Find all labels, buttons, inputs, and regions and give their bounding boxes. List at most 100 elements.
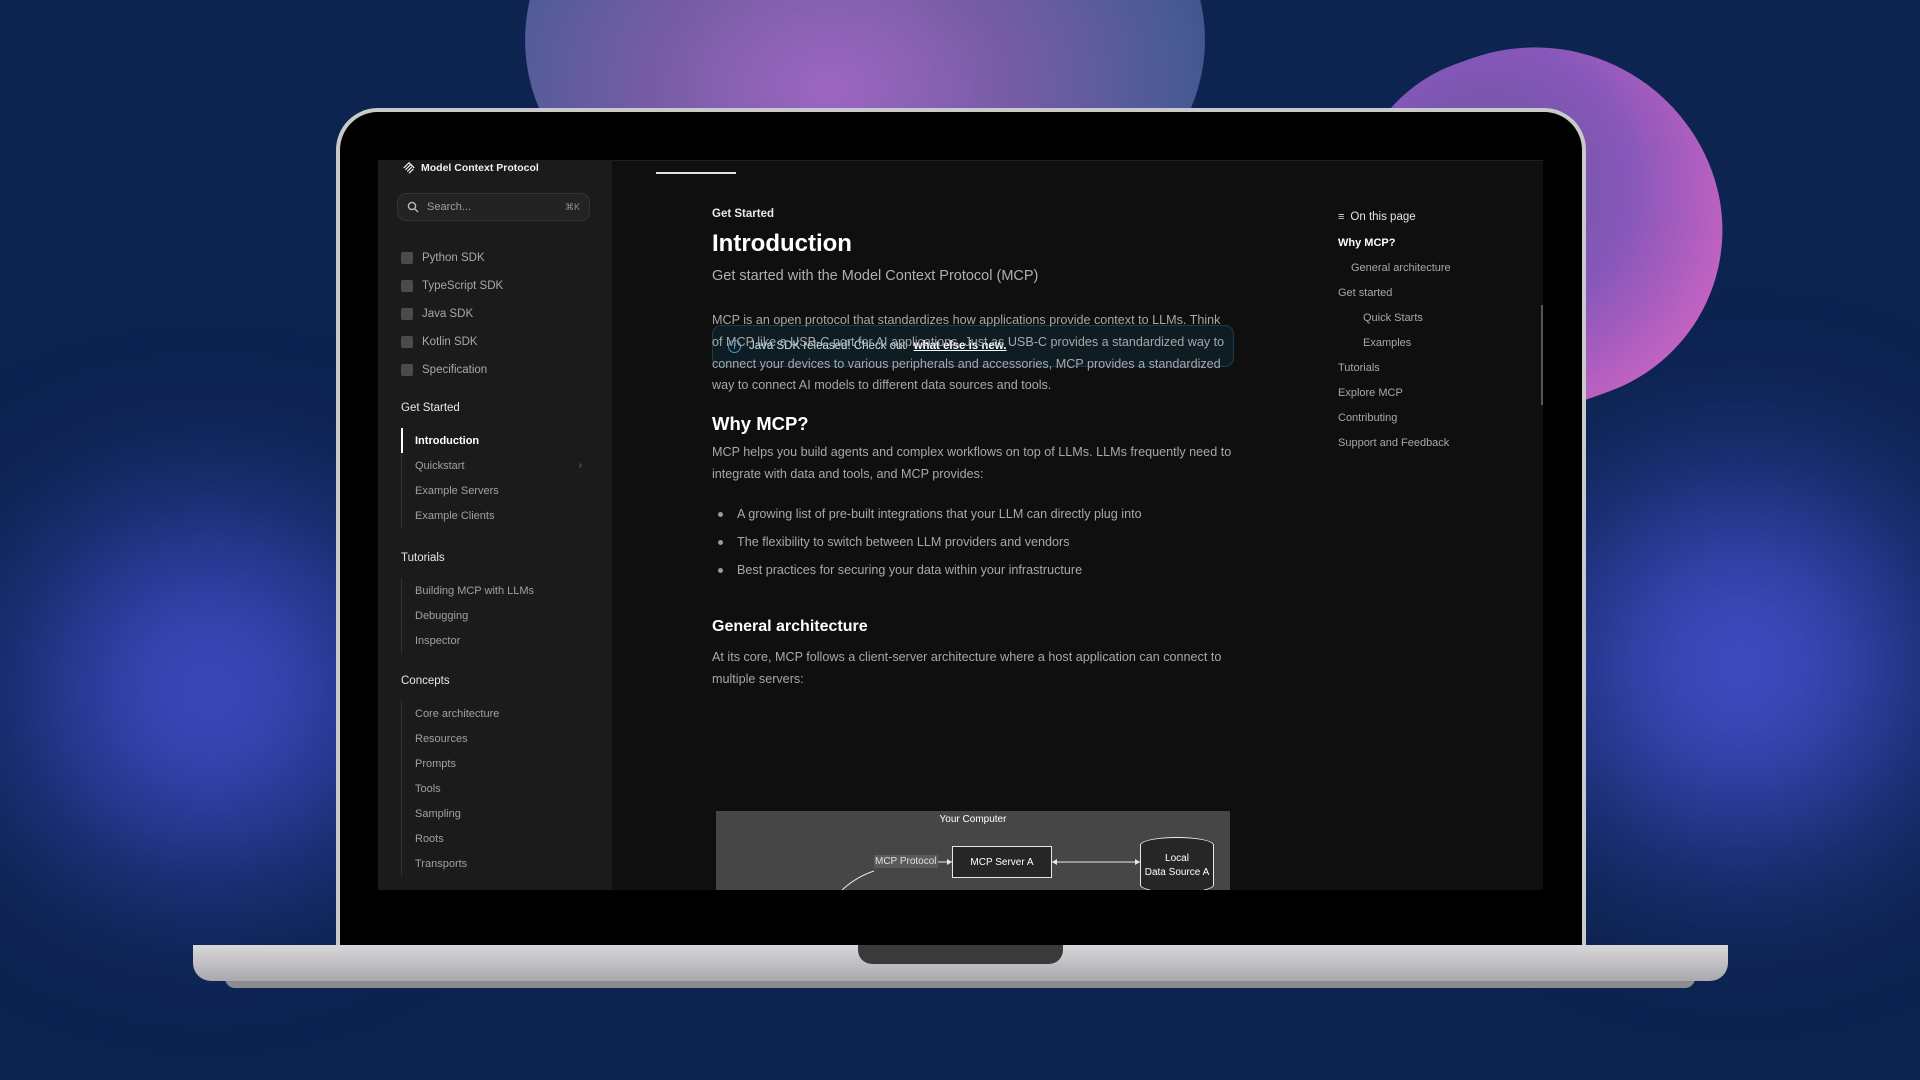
why-mcp-paragraph: MCP helps you build agents and complex w… (712, 445, 1232, 481)
sidebar-item-label: Resources (415, 732, 468, 745)
sidebar-item-label: Python SDK (422, 252, 485, 264)
kotlin-icon (401, 336, 413, 348)
sidebar-item-label: Sampling (415, 807, 461, 820)
sidebar-item-example-clients[interactable]: Example Clients (402, 503, 594, 528)
sidebar-item-label: Example Servers (415, 484, 499, 497)
toc-item-contributing[interactable]: Contributing (1338, 405, 1451, 430)
sidebar-item-label: Debugging (415, 609, 469, 622)
intro-paragraph-text: MCP is an open protocol that standardize… (712, 313, 1225, 393)
diagram-protocol-label: MCP Protocol (874, 855, 938, 868)
sidebar-item-label: Building MCP with LLMs (415, 584, 535, 597)
sidebar-item-label: Specification (422, 364, 488, 376)
sidebar-item-java-sdk[interactable]: Java SDK (401, 300, 503, 328)
sdk-list: Python SDK TypeScript SDK Java SDK Kotli… (401, 244, 503, 384)
diagram-title: Your Computer (939, 814, 1007, 825)
sidebar-item-quickstart[interactable]: Quickstart › (402, 453, 594, 478)
sidebar-item-tools[interactable]: Tools (402, 776, 594, 801)
sidebar-item-label: Tools (415, 782, 441, 795)
sidebar-item-specification[interactable]: Specification (401, 356, 503, 384)
list-item: The flexibility to switch between LLM pr… (712, 528, 1142, 556)
sidebar-item-sampling[interactable]: Sampling (402, 801, 594, 826)
search-icon (407, 201, 419, 213)
page-subtitle: Get started with the Model Context Proto… (712, 268, 1039, 284)
toc-heading: ≡ On this page (1338, 208, 1451, 226)
page-title: Introduction (712, 230, 852, 257)
logo-text: Model Context Protocol (421, 162, 539, 174)
search-input[interactable]: Search... ⌘K (397, 193, 590, 221)
nav-heading: Concepts (401, 675, 450, 687)
diagram-source-line1: Local (1165, 853, 1189, 864)
java-icon (401, 308, 413, 320)
laptop-notch (858, 945, 1063, 964)
sidebar-item-kotlin-sdk[interactable]: Kotlin SDK (401, 328, 503, 356)
toc-item-examples[interactable]: Examples (1338, 330, 1451, 355)
why-mcp-heading: Why MCP? (712, 413, 809, 434)
nav-group: Building MCP with LLMs Debugging Inspect… (401, 578, 594, 653)
toc-item-why-mcp[interactable]: Why MCP? (1338, 230, 1451, 255)
bullet-icon (718, 539, 723, 545)
nav-group: Core architecture Resources Prompts Tool… (401, 701, 594, 876)
diagram-server-node: MCP Server A (952, 846, 1052, 878)
nav-group: Introduction Quickstart › Example Servers… (401, 428, 594, 528)
sidebar-item-prompts[interactable]: Prompts (402, 751, 594, 776)
architecture-paragraph: At its core, MCP follows a client-server… (712, 650, 1222, 686)
architecture-diagram: Your Computer MCP Protocol MCP Server A … (716, 811, 1230, 890)
sidebar-item-label: Example Clients (415, 509, 495, 522)
sidebar-item-building-mcp-with-llms[interactable]: Building MCP with LLMs (402, 578, 594, 603)
sidebar-item-label: Inspector (415, 634, 461, 647)
nav-section-concepts: Concepts Core architecture Resources Pro… (401, 675, 594, 876)
toc-item-general-architecture[interactable]: General architecture (1338, 255, 1451, 280)
sidebar-item-transports[interactable]: Transports (402, 851, 594, 876)
sidebar-item-typescript-sdk[interactable]: TypeScript SDK (401, 272, 503, 300)
sidebar-item-resources[interactable]: Resources (402, 726, 594, 751)
list-item-text: The flexibility to switch between LLM pr… (737, 535, 1070, 549)
laptop-screen: Model Context Protocol Search... ⌘K Pyth… (378, 160, 1543, 890)
sidebar-item-label: Kotlin SDK (422, 336, 478, 348)
sidebar-item-label: Roots (415, 832, 444, 845)
toc-heading-text: On this page (1350, 211, 1416, 223)
sidebar-item-python-sdk[interactable]: Python SDK (401, 244, 503, 272)
scrollbar[interactable] (1541, 305, 1543, 405)
sidebar-item-example-servers[interactable]: Example Servers (402, 478, 594, 503)
benefits-list: A growing list of pre-built integrations… (712, 500, 1142, 584)
sidebar-item-label: Java SDK (422, 308, 474, 320)
topbar-divider (612, 160, 1543, 161)
mcp-logo-icon (403, 161, 415, 174)
toc-item-get-started[interactable]: Get started (1338, 280, 1451, 305)
nav-section-tutorials: Tutorials Building MCP with LLMs Debuggi… (401, 552, 594, 653)
typescript-icon (401, 280, 413, 292)
list-item: Best practices for securing your data wi… (712, 556, 1142, 584)
bullet-icon (718, 511, 723, 517)
sidebar-item-label: Transports (415, 857, 468, 870)
list-icon: ≡ (1338, 211, 1345, 223)
toc-item-support-and-feedback[interactable]: Support and Feedback (1338, 430, 1451, 455)
nav-heading: Get Started (401, 402, 460, 414)
nav-section-get-started: Get Started Introduction Quickstart › Exa… (401, 402, 594, 528)
diagram-source-line2: Data Source A (1144, 867, 1210, 878)
python-icon (401, 252, 413, 264)
breadcrumb[interactable]: Get Started (712, 208, 774, 220)
list-item-text: Best practices for securing your data wi… (737, 563, 1083, 577)
sidebar-item-inspector[interactable]: Inspector (402, 628, 594, 653)
logo[interactable]: Model Context Protocol (402, 160, 539, 176)
sidebar-item-label: Introduction (415, 434, 480, 447)
search-placeholder: Search... (427, 201, 472, 213)
active-tab-indicator (656, 172, 736, 174)
list-item: A growing list of pre-built integrations… (712, 500, 1142, 528)
chevron-right-icon[interactable]: › (579, 460, 582, 471)
diagram-data-source-node: Local Data Source A (1140, 837, 1214, 890)
sidebar-item-debugging[interactable]: Debugging (402, 603, 594, 628)
sidebar-item-label: Quickstart (415, 459, 465, 472)
table-of-contents: ≡ On this page Why MCP? General architec… (1338, 208, 1451, 455)
list-item-text: A growing list of pre-built integrations… (737, 507, 1142, 521)
toc-item-explore-mcp[interactable]: Explore MCP (1338, 380, 1451, 405)
sidebar-item-core-architecture[interactable]: Core architecture (402, 701, 594, 726)
general-architecture-heading: General architecture (712, 618, 868, 635)
sidebar-item-roots[interactable]: Roots (402, 826, 594, 851)
toc-item-quick-starts[interactable]: Quick Starts (1338, 305, 1451, 330)
toc-item-tutorials[interactable]: Tutorials (1338, 355, 1451, 380)
search-shortcut: ⌘K (564, 201, 580, 212)
sidebar-item-introduction[interactable]: Introduction (401, 428, 593, 453)
sidebar: Model Context Protocol Search... ⌘K Pyth… (378, 160, 612, 890)
bullet-icon (718, 567, 723, 573)
